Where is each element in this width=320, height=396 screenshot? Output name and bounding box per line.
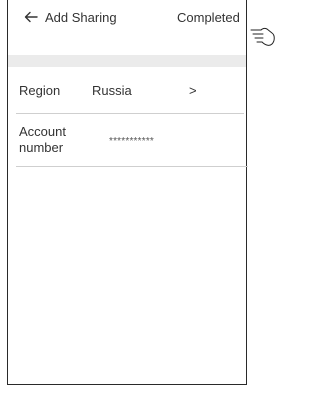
section-separator [8, 55, 246, 67]
completed-button[interactable]: Completed [177, 10, 240, 25]
arrow-left-icon[interactable] [23, 9, 39, 25]
chevron-right-icon: > [189, 83, 197, 98]
region-value: Russia [92, 83, 132, 98]
hand-pointer-icon [250, 27, 275, 46]
divider [16, 166, 248, 167]
phone-screen: Add Sharing Completed Region Russia > Ac… [7, 0, 248, 385]
region-label: Region [19, 83, 61, 98]
account-number-label: Account number [19, 124, 66, 155]
account-number-field[interactable]: Account number *********** [8, 114, 246, 168]
page-title: Add Sharing [45, 10, 117, 25]
header-bar: Add Sharing Completed [8, 0, 248, 40]
region-selector[interactable]: Region Russia > [8, 67, 246, 114]
account-number-input[interactable]: *********** [109, 136, 154, 147]
